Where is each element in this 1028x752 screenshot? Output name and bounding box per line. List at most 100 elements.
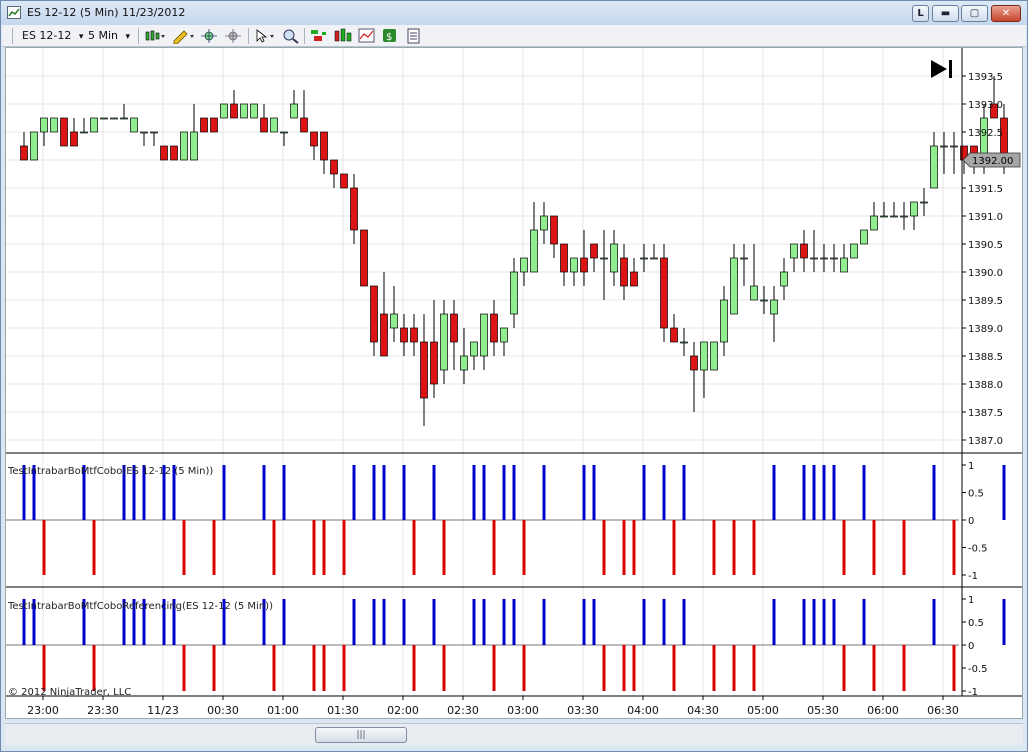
candle-up	[750, 285, 758, 301]
toolbar-separator	[248, 28, 249, 44]
grid-layer	[6, 48, 959, 696]
global-crosshair-icon[interactable]	[224, 28, 241, 44]
candle-up	[710, 341, 718, 371]
chart-properties-icon[interactable]	[358, 28, 375, 44]
price-tick-label: 1390.5	[968, 240, 1003, 251]
price-tick-label: 1387.0	[968, 436, 1003, 447]
candle-down	[70, 131, 78, 147]
candle-up	[760, 299, 768, 302]
candle-up	[730, 257, 738, 315]
price-tick-label: 1391.5	[968, 184, 1003, 195]
candle-up	[90, 117, 98, 133]
candle-up	[650, 257, 658, 260]
pencil-draw-icon[interactable]	[172, 28, 194, 44]
time-tick-label: 01:30	[327, 704, 359, 717]
candle-up	[840, 257, 848, 273]
indicator-tick-label: -0.5	[968, 544, 988, 555]
close-button[interactable]: ✕	[991, 5, 1021, 22]
candle-up	[850, 243, 858, 259]
crosshair-icon[interactable]	[200, 28, 217, 44]
candle-up	[790, 243, 798, 259]
candle-up	[190, 131, 198, 161]
price-tick-label: 1387.5	[968, 408, 1003, 419]
candle-down	[670, 327, 678, 343]
candle-up	[700, 341, 708, 371]
toolbar-separator	[138, 28, 139, 44]
time-tick-label: 05:00	[747, 704, 779, 717]
candle-up	[440, 313, 448, 371]
candle-down	[320, 131, 328, 161]
candle-down	[410, 327, 418, 343]
candle-down	[380, 313, 388, 357]
candle-up	[520, 257, 528, 273]
toolbar-separator	[12, 28, 13, 44]
candle-up	[680, 341, 688, 344]
candle-up	[510, 271, 518, 315]
candle-up	[180, 131, 188, 161]
candlestick-series	[20, 76, 1008, 426]
candle-up	[390, 313, 398, 329]
time-tick-label: 04:00	[627, 704, 659, 717]
time-tick-label: 01:00	[267, 704, 299, 717]
candle-up	[720, 299, 728, 343]
candle-up	[870, 215, 878, 231]
candle-down	[210, 117, 218, 133]
candle-up	[250, 103, 258, 119]
candle-up	[860, 229, 868, 245]
zoom-icon[interactable]	[282, 28, 299, 44]
indicator-tick-label: 1	[968, 461, 974, 472]
candle-down	[340, 173, 348, 189]
horizontal-scrollbar[interactable]: |||	[5, 723, 1023, 745]
time-tick-label: 00:30	[207, 704, 239, 717]
candle-up	[470, 341, 478, 357]
candle-down	[160, 145, 168, 161]
minimize-button[interactable]: ▬	[932, 5, 959, 22]
maximize-button[interactable]: ▢	[961, 5, 988, 22]
indicators-icon[interactable]	[334, 28, 352, 44]
scrollbar-thumb[interactable]: |||	[315, 727, 407, 743]
candle-down	[590, 243, 598, 259]
candle-down	[60, 117, 68, 147]
time-tick-label: 23:00	[27, 704, 59, 717]
candle-up	[610, 243, 618, 273]
candle-down	[420, 341, 428, 399]
candle-down	[350, 187, 358, 231]
candle-up	[820, 257, 828, 260]
chevron-down-icon: ▾	[125, 32, 131, 42]
chart-canvas[interactable]: 1 0.5 0 -0.5 -1 1 0.5 0 -0.5 -1 23:00 23:30 11/23 0…	[6, 48, 1022, 718]
candle-up	[740, 257, 748, 260]
interval-selector[interactable]: 5 Min ▾	[88, 28, 130, 44]
data-box-icon[interactable]	[406, 28, 422, 44]
time-tick-label: 02:30	[447, 704, 479, 717]
go-to-end-icon[interactable]	[931, 60, 952, 78]
title-bar[interactable]: ES 12-12 (5 Min) 11/23/2012 L ▬ ▢ ✕	[1, 1, 1027, 25]
time-tick-label: 05:30	[807, 704, 839, 717]
order-icon[interactable]: $	[382, 28, 398, 44]
candle-up	[810, 257, 818, 260]
candle-up	[30, 131, 38, 161]
bar-type-icon[interactable]	[144, 28, 165, 44]
time-tick-label: 06:00	[867, 704, 899, 717]
candle-up	[110, 117, 118, 120]
candle-down	[620, 257, 628, 287]
candle-up	[570, 257, 578, 273]
chevron-down-icon: ▾	[78, 32, 84, 42]
strategy-icon[interactable]	[310, 28, 326, 44]
link-button[interactable]: L	[912, 5, 929, 22]
chart-area[interactable]: 1 0.5 0 -0.5 -1 1 0.5 0 -0.5 -1 23:00 23:30 11/23 0…	[5, 47, 1023, 719]
instrument-selector[interactable]: ES 12-12 ▾	[22, 28, 83, 44]
time-tick-label: 06:30	[927, 704, 959, 717]
cursor-icon[interactable]	[254, 28, 274, 44]
candle-up	[270, 117, 278, 133]
interval-label: 5 Min	[88, 29, 119, 42]
candle-down	[550, 215, 558, 245]
candle-down	[630, 271, 638, 287]
candle-down	[580, 257, 588, 273]
candle-up	[940, 145, 948, 148]
candle-up	[900, 215, 908, 218]
window-title: ES 12-12 (5 Min) 11/23/2012	[27, 6, 186, 19]
candle-up	[40, 117, 48, 133]
price-tick-label: 1389.5	[968, 296, 1003, 307]
time-tick-label: 03:00	[507, 704, 539, 717]
candle-up	[130, 117, 138, 133]
